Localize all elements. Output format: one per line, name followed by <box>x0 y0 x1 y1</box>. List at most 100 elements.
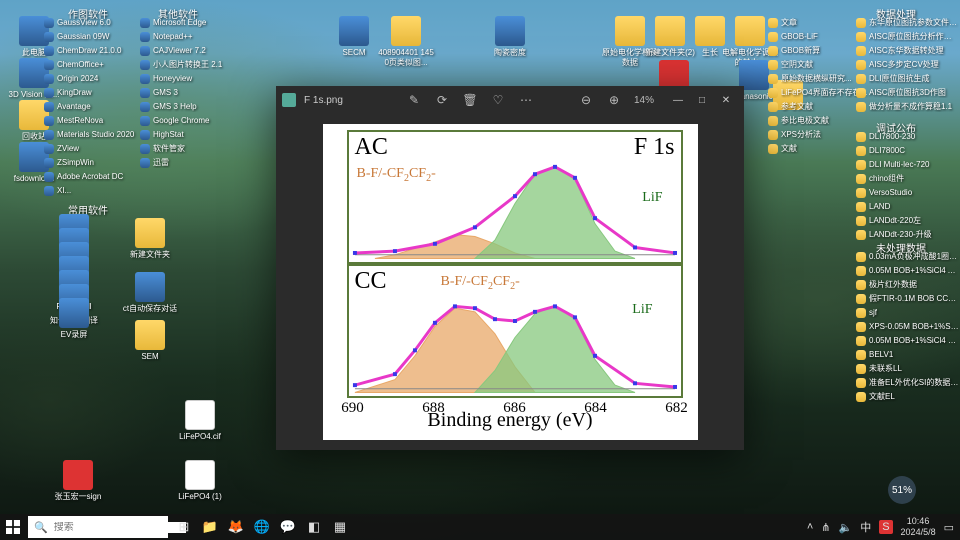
peak-label-lif-ac: LiF <box>642 190 662 206</box>
close-button[interactable]: ✕ <box>714 90 738 110</box>
rotate-icon[interactable]: ⟳ <box>434 93 450 107</box>
search-box[interactable]: 🔍 <box>28 516 168 538</box>
desktop-icon[interactable]: GMS 3 Help <box>140 100 236 114</box>
desktop-icon[interactable]: 0.05M BOB+1%SiCl4 AC淡前... <box>856 264 960 278</box>
desktop-icon[interactable]: VersoStudio <box>856 186 960 200</box>
desktop-icon[interactable]: 准备EL外优化SI的数据-重比... <box>856 376 960 390</box>
zoom-in-icon[interactable]: ⊕ <box>606 93 622 107</box>
desktop-icon[interactable]: AISC原位图抗3D作图 <box>856 86 960 100</box>
notifications-icon[interactable]: ▭ <box>944 521 954 534</box>
desktop-icon[interactable]: ZSimpWin <box>44 156 140 170</box>
start-button[interactable] <box>0 514 26 540</box>
desktop-icon[interactable]: LANDdt-230-升级 <box>856 228 960 242</box>
app2-icon[interactable]: ▦ <box>328 515 352 539</box>
desktop-icon[interactable]: 未联系LL <box>856 362 960 376</box>
desktop-icon[interactable]: ZView <box>44 142 140 156</box>
desktop-icon[interactable]: 陶瓷密度 <box>480 16 540 58</box>
desktop-icon[interactable]: XPS-0.05M BOB+1%SiCl4... <box>856 320 960 334</box>
firefox-icon[interactable]: 🦊 <box>224 515 248 539</box>
desktop-icon[interactable]: 文献EL <box>856 390 960 404</box>
desktop-icon[interactable]: LiFePO4.cif <box>170 400 230 442</box>
desktop-icon[interactable]: ChemDraw 21.0.0 <box>44 44 140 58</box>
desktop-icon[interactable]: 0.05M BOB+1%SiCl4 不同放... <box>856 334 960 348</box>
desktop-icon[interactable]: ct自动保存对话 <box>120 272 180 314</box>
desktop-icon[interactable]: Honeyview <box>140 72 236 86</box>
x-tick: 686 <box>503 400 526 458</box>
favorite-icon[interactable]: ♡ <box>490 93 506 107</box>
desktop-icon[interactable]: XI... <box>44 184 140 198</box>
desktop-icon[interactable]: DLI7800C <box>856 144 960 158</box>
volume-icon[interactable]: 🔈 <box>839 521 853 534</box>
desktop-icon[interactable]: Gaussian 09W <box>44 30 140 44</box>
edge-icon[interactable]: 🌐 <box>250 515 274 539</box>
desktop-icon[interactable]: Avantage <box>44 100 140 114</box>
desktop-icon[interactable]: 张玉宏一sign <box>48 460 108 502</box>
desktop-icon[interactable]: DLI原位图抗生成 <box>856 72 960 86</box>
search-icon: 🔍 <box>34 521 48 534</box>
desktop-icon[interactable]: Adobe Acrobat DC <box>44 170 140 184</box>
perf-widget[interactable]: 51% <box>888 476 916 504</box>
desktop-icon[interactable]: AISC原位图抗分析作图 v3.1 <box>856 30 960 44</box>
minimize-button[interactable]: — <box>666 90 690 110</box>
clock[interactable]: 10:46 2024/5/8 <box>901 516 936 538</box>
desktop-icon[interactable]: DLI7800-230 <box>856 130 960 144</box>
desktop-icon[interactable]: AISC东华数据转处理 <box>856 44 960 58</box>
app1-icon[interactable]: ◧ <box>302 515 326 539</box>
desktop-icon[interactable]: LANDdt-220左 <box>856 214 960 228</box>
task-view-icon[interactable]: ⊞ <box>172 515 196 539</box>
desktop-icon[interactable]: Origin 2024 <box>44 72 140 86</box>
x-tick: 682 <box>665 400 688 458</box>
wechat-icon[interactable]: 💬 <box>276 515 300 539</box>
edit-icon[interactable]: ✎ <box>406 93 422 107</box>
desktop-icon[interactable]: 极片红外数据 <box>856 278 960 292</box>
ime-icon[interactable]: 中 <box>860 519 871 535</box>
desktop-icon[interactable]: 0.03mA负极冲成酸1圈+0.3m... <box>856 250 960 264</box>
desktop-icon[interactable]: Microsoft Edge <box>140 16 236 30</box>
desktop-icon[interactable]: CAJViewer 7.2 <box>140 44 236 58</box>
desktop-icon[interactable]: KingDraw <box>44 86 140 100</box>
desktop-icon[interactable]: SECM <box>324 16 384 58</box>
desktop-icon[interactable]: Notepad++ <box>140 30 236 44</box>
desktop-icon[interactable]: 东华原位图抗参数文件生成器 <box>856 16 960 30</box>
desktop-icon[interactable]: 软件管家 <box>140 142 236 156</box>
desktop-icon[interactable]: chino组件 <box>856 172 960 186</box>
network-icon[interactable]: ⋔ <box>821 521 830 534</box>
desktop-icon[interactable]: EV录屏 <box>44 298 104 340</box>
desktop-icon[interactable]: sjf <box>856 306 960 320</box>
desktop-icon[interactable]: ChemOffice+ <box>44 58 140 72</box>
desktop-icon[interactable]: 小人图片转换王 2.1 <box>140 58 236 72</box>
panel-label-f1s: F 1s <box>634 134 675 161</box>
desktop-icon[interactable]: SEM <box>120 320 180 362</box>
zoom-out-icon[interactable]: ⊖ <box>578 93 594 107</box>
photos-titlebar[interactable]: F 1s.png ✎ ⟳ 🗑 ♡ ⋯ ⊖ ⊕ 14% — □ ✕ <box>276 86 744 114</box>
desktop-icon[interactable]: HighStat <box>140 128 236 142</box>
peak-label-bf-cc: B-F/-CF2CF2- <box>441 274 520 292</box>
desktop-icon[interactable]: AISC多步定CV处理 <box>856 58 960 72</box>
desktop-icon[interactable]: 参比电极文献 <box>768 114 872 128</box>
chart-panel-ac: AC F 1s B-F/-CF2CF2- LiF <box>347 130 683 264</box>
desktop-icon[interactable]: GMS 3 <box>140 86 236 100</box>
desktop-icon[interactable]: BELV1 <box>856 348 960 362</box>
more-icon[interactable]: ⋯ <box>518 93 534 107</box>
desktop-icon[interactable]: Materials Studio 2020 <box>44 128 140 142</box>
desktop-icon[interactable]: 做分析量不成作算稳1.1 <box>856 100 960 114</box>
desktop-icon[interactable]: Google Chrome <box>140 114 236 128</box>
desktop-icon[interactable]: GaussView 6.0 <box>44 16 140 30</box>
maximize-button[interactable]: □ <box>690 90 714 110</box>
delete-icon[interactable]: 🗑 <box>462 93 478 107</box>
desktop-icon[interactable]: 408904401 1450页类似图... <box>376 16 436 68</box>
zoom-level: 14% <box>634 95 654 106</box>
panel-label-cc: CC <box>355 268 387 295</box>
desktop-icon[interactable]: DLI Multi-lec-720 <box>856 158 960 172</box>
xps-chart: AC F 1s B-F/-CF2CF2- LiF CC B-F/-CF2CF2-… <box>323 124 698 440</box>
desktop-icon[interactable]: 假FTIR-0.1M BOB CC至0.0... <box>856 292 960 306</box>
desktop-icon[interactable]: MestReNova <box>44 114 140 128</box>
desktop-icon[interactable]: 迅雷 <box>140 156 236 170</box>
desktop-icon[interactable]: LiFePO4 (1) <box>170 460 230 502</box>
search-input[interactable] <box>54 522 186 533</box>
sogou-icon[interactable]: S <box>879 520 892 534</box>
desktop-icon[interactable]: LAND <box>856 200 960 214</box>
explorer-icon[interactable]: 📁 <box>198 515 222 539</box>
desktop-icon[interactable]: 新建文件夹 <box>120 218 180 260</box>
tray-overflow-icon[interactable]: ˄ <box>807 521 813 533</box>
